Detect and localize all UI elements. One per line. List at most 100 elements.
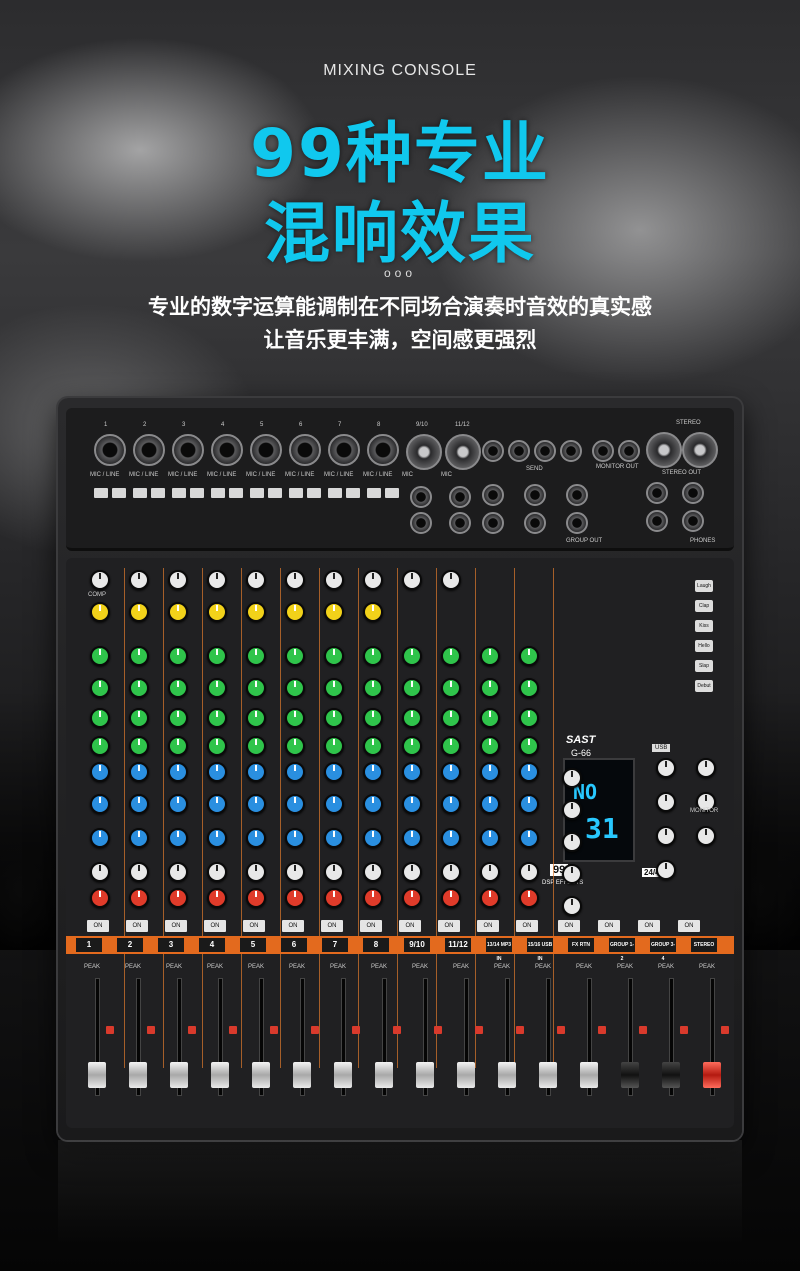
mute-button[interactable] xyxy=(721,1026,729,1034)
on-button[interactable]: ON xyxy=(516,920,538,932)
on-button[interactable]: ON xyxy=(638,920,660,932)
aux3-knob[interactable] xyxy=(441,828,461,848)
aux1-knob[interactable] xyxy=(285,762,305,782)
on-button[interactable]: ON xyxy=(126,920,148,932)
pan-knob[interactable] xyxy=(168,888,188,908)
eq-high-knob[interactable] xyxy=(363,646,383,666)
hpf-switch[interactable] xyxy=(268,488,282,498)
aux2-knob[interactable] xyxy=(519,794,539,814)
fx-knob[interactable] xyxy=(363,862,383,882)
pan-knob[interactable] xyxy=(441,888,461,908)
pan-knob[interactable] xyxy=(519,888,539,908)
group-out-jack[interactable] xyxy=(524,512,546,534)
pad-switch[interactable] xyxy=(133,488,147,498)
eq-midfreq-knob[interactable] xyxy=(129,708,149,728)
on-button[interactable]: ON xyxy=(477,920,499,932)
mute-button[interactable] xyxy=(393,1026,401,1034)
fx-knob[interactable] xyxy=(129,862,149,882)
group-out-jack[interactable] xyxy=(566,512,588,534)
on-button[interactable]: ON xyxy=(204,920,226,932)
eq-midfreq-knob[interactable] xyxy=(90,708,110,728)
on-button[interactable]: ON xyxy=(243,920,265,932)
aux1-knob[interactable] xyxy=(402,762,422,782)
fx-return-knob[interactable] xyxy=(562,832,582,852)
aux3-knob[interactable] xyxy=(363,828,383,848)
combo-input-jack[interactable] xyxy=(172,434,204,466)
effect-preset-button[interactable]: Kiss xyxy=(695,620,713,632)
eq-high-knob[interactable] xyxy=(480,646,500,666)
pan-knob[interactable] xyxy=(324,888,344,908)
aux3-knob[interactable] xyxy=(324,828,344,848)
eq-high-knob[interactable] xyxy=(285,646,305,666)
on-button[interactable]: ON xyxy=(165,920,187,932)
aux1-knob[interactable] xyxy=(480,762,500,782)
gain-knob[interactable] xyxy=(285,570,305,590)
pan-knob[interactable] xyxy=(207,888,227,908)
eq-midfreq-knob[interactable] xyxy=(207,708,227,728)
pan-knob[interactable] xyxy=(363,888,383,908)
comp-knob[interactable] xyxy=(363,602,383,622)
aux1-knob[interactable] xyxy=(324,762,344,782)
eq-high-knob[interactable] xyxy=(207,646,227,666)
combo-input-jack[interactable] xyxy=(328,434,360,466)
fx-knob[interactable] xyxy=(207,862,227,882)
master-knob[interactable] xyxy=(656,860,676,880)
master-knob[interactable] xyxy=(656,758,676,778)
eq-high-knob[interactable] xyxy=(129,646,149,666)
mute-button[interactable] xyxy=(270,1026,278,1034)
aux-send-jack[interactable] xyxy=(560,440,582,462)
on-button[interactable]: ON xyxy=(399,920,421,932)
gain-knob[interactable] xyxy=(324,570,344,590)
on-button[interactable]: ON xyxy=(87,920,109,932)
hpf-switch[interactable] xyxy=(346,488,360,498)
fader-cap[interactable] xyxy=(457,1062,475,1088)
aux2-knob[interactable] xyxy=(285,794,305,814)
effect-preset-button[interactable]: Hello xyxy=(695,640,713,652)
aux-send-jack[interactable] xyxy=(482,440,504,462)
eq-midfreq-knob[interactable] xyxy=(441,708,461,728)
mute-button[interactable] xyxy=(352,1026,360,1034)
eq-mid-knob[interactable] xyxy=(90,678,110,698)
eq-high-knob[interactable] xyxy=(519,646,539,666)
master-knob[interactable] xyxy=(656,826,676,846)
combo-input-jack[interactable] xyxy=(406,434,442,470)
aux1-knob[interactable] xyxy=(168,762,188,782)
pad-switch[interactable] xyxy=(289,488,303,498)
fader-cap[interactable] xyxy=(334,1062,352,1088)
pan-knob[interactable] xyxy=(90,888,110,908)
mute-button[interactable] xyxy=(680,1026,688,1034)
aux3-knob[interactable] xyxy=(285,828,305,848)
aux1-knob[interactable] xyxy=(246,762,266,782)
fx-knob[interactable] xyxy=(168,862,188,882)
group-out-jack[interactable] xyxy=(524,484,546,506)
fader-cap[interactable] xyxy=(293,1062,311,1088)
master-knob[interactable] xyxy=(656,792,676,812)
eq-mid-knob[interactable] xyxy=(207,678,227,698)
group-out-jack[interactable] xyxy=(482,484,504,506)
eq-high-knob[interactable] xyxy=(441,646,461,666)
on-button[interactable]: ON xyxy=(598,920,620,932)
gain-knob[interactable] xyxy=(363,570,383,590)
comp-knob[interactable] xyxy=(285,602,305,622)
fader-cap[interactable] xyxy=(211,1062,229,1088)
eq-high-knob[interactable] xyxy=(90,646,110,666)
eq-mid-knob[interactable] xyxy=(441,678,461,698)
effect-preset-button[interactable]: Clap xyxy=(695,600,713,612)
comp-knob[interactable] xyxy=(207,602,227,622)
aux3-knob[interactable] xyxy=(90,828,110,848)
eq-low-knob[interactable] xyxy=(207,736,227,756)
mute-button[interactable] xyxy=(557,1026,565,1034)
mute-button[interactable] xyxy=(106,1026,114,1034)
eq-midfreq-knob[interactable] xyxy=(480,708,500,728)
eq-mid-knob[interactable] xyxy=(324,678,344,698)
gain-knob[interactable] xyxy=(441,570,461,590)
fx-knob[interactable] xyxy=(480,862,500,882)
aux3-knob[interactable] xyxy=(402,828,422,848)
pan-knob[interactable] xyxy=(246,888,266,908)
fader-cap[interactable] xyxy=(252,1062,270,1088)
eq-low-knob[interactable] xyxy=(246,736,266,756)
eq-low-knob[interactable] xyxy=(441,736,461,756)
fx-knob[interactable] xyxy=(285,862,305,882)
pad-switch[interactable] xyxy=(172,488,186,498)
fader-cap[interactable] xyxy=(498,1062,516,1088)
